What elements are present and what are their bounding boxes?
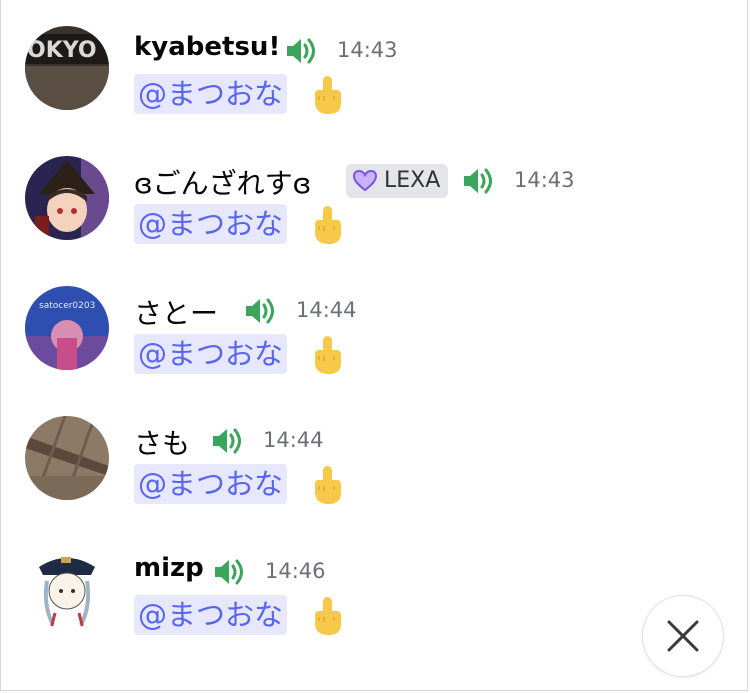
user-mention[interactable]: @まつおな <box>134 204 288 244</box>
purple-heart-icon <box>353 170 377 192</box>
avatar[interactable]: OKYO <box>25 26 109 110</box>
timestamp: 14:46 <box>265 559 326 583</box>
close-icon <box>667 620 699 652</box>
message: ɞごんざれすɞ LEXA 14:43 @まつおな <box>0 156 750 264</box>
author-name[interactable]: kyabetsu! <box>134 32 280 62</box>
message: mizp 14:46 @まつおな <box>0 545 750 655</box>
author-name[interactable]: mizp <box>134 553 204 583</box>
author-name[interactable]: さも <box>134 422 190 462</box>
avatar-sign-text: OKYO <box>27 38 97 63</box>
middle-finger-emoji <box>315 206 341 244</box>
close-button[interactable] <box>642 595 724 677</box>
server-tag-label: LEXA <box>384 168 441 193</box>
timestamp: 14:44 <box>263 428 324 452</box>
user-mention[interactable]: @まつおな <box>134 595 288 635</box>
speaker-icon <box>213 428 241 454</box>
timestamp: 14:44 <box>296 298 357 322</box>
author-name[interactable]: ɞごんざれすɞ <box>134 162 311 202</box>
avatar[interactable]: satocer0203 <box>25 286 109 370</box>
server-tag[interactable]: LEXA <box>346 164 449 198</box>
message: satocer0203 さとー 14:44 @まつおな <box>0 286 750 394</box>
author-name[interactable]: さとー <box>134 292 218 332</box>
middle-finger-emoji <box>315 597 341 635</box>
avatar[interactable] <box>25 545 109 629</box>
speaker-icon <box>215 559 243 585</box>
message: さも 14:44 @まつおな <box>0 416 750 524</box>
middle-finger-emoji <box>315 76 341 114</box>
user-mention[interactable]: @まつおな <box>134 464 288 504</box>
timestamp: 14:43 <box>337 38 398 62</box>
avatar[interactable] <box>25 156 109 240</box>
message: OKYO kyabetsu! 14:43 @まつおな <box>0 26 750 134</box>
avatar-text: satocer0203 <box>39 301 95 311</box>
middle-finger-emoji <box>315 466 341 504</box>
user-mention[interactable]: @まつおな <box>134 334 288 374</box>
middle-finger-emoji <box>315 336 341 374</box>
avatar[interactable] <box>25 416 109 500</box>
speaker-icon <box>287 38 315 64</box>
timestamp: 14:43 <box>514 168 575 192</box>
speaker-icon <box>464 168 492 194</box>
speaker-icon <box>246 298 274 324</box>
user-mention[interactable]: @まつおな <box>134 74 288 114</box>
